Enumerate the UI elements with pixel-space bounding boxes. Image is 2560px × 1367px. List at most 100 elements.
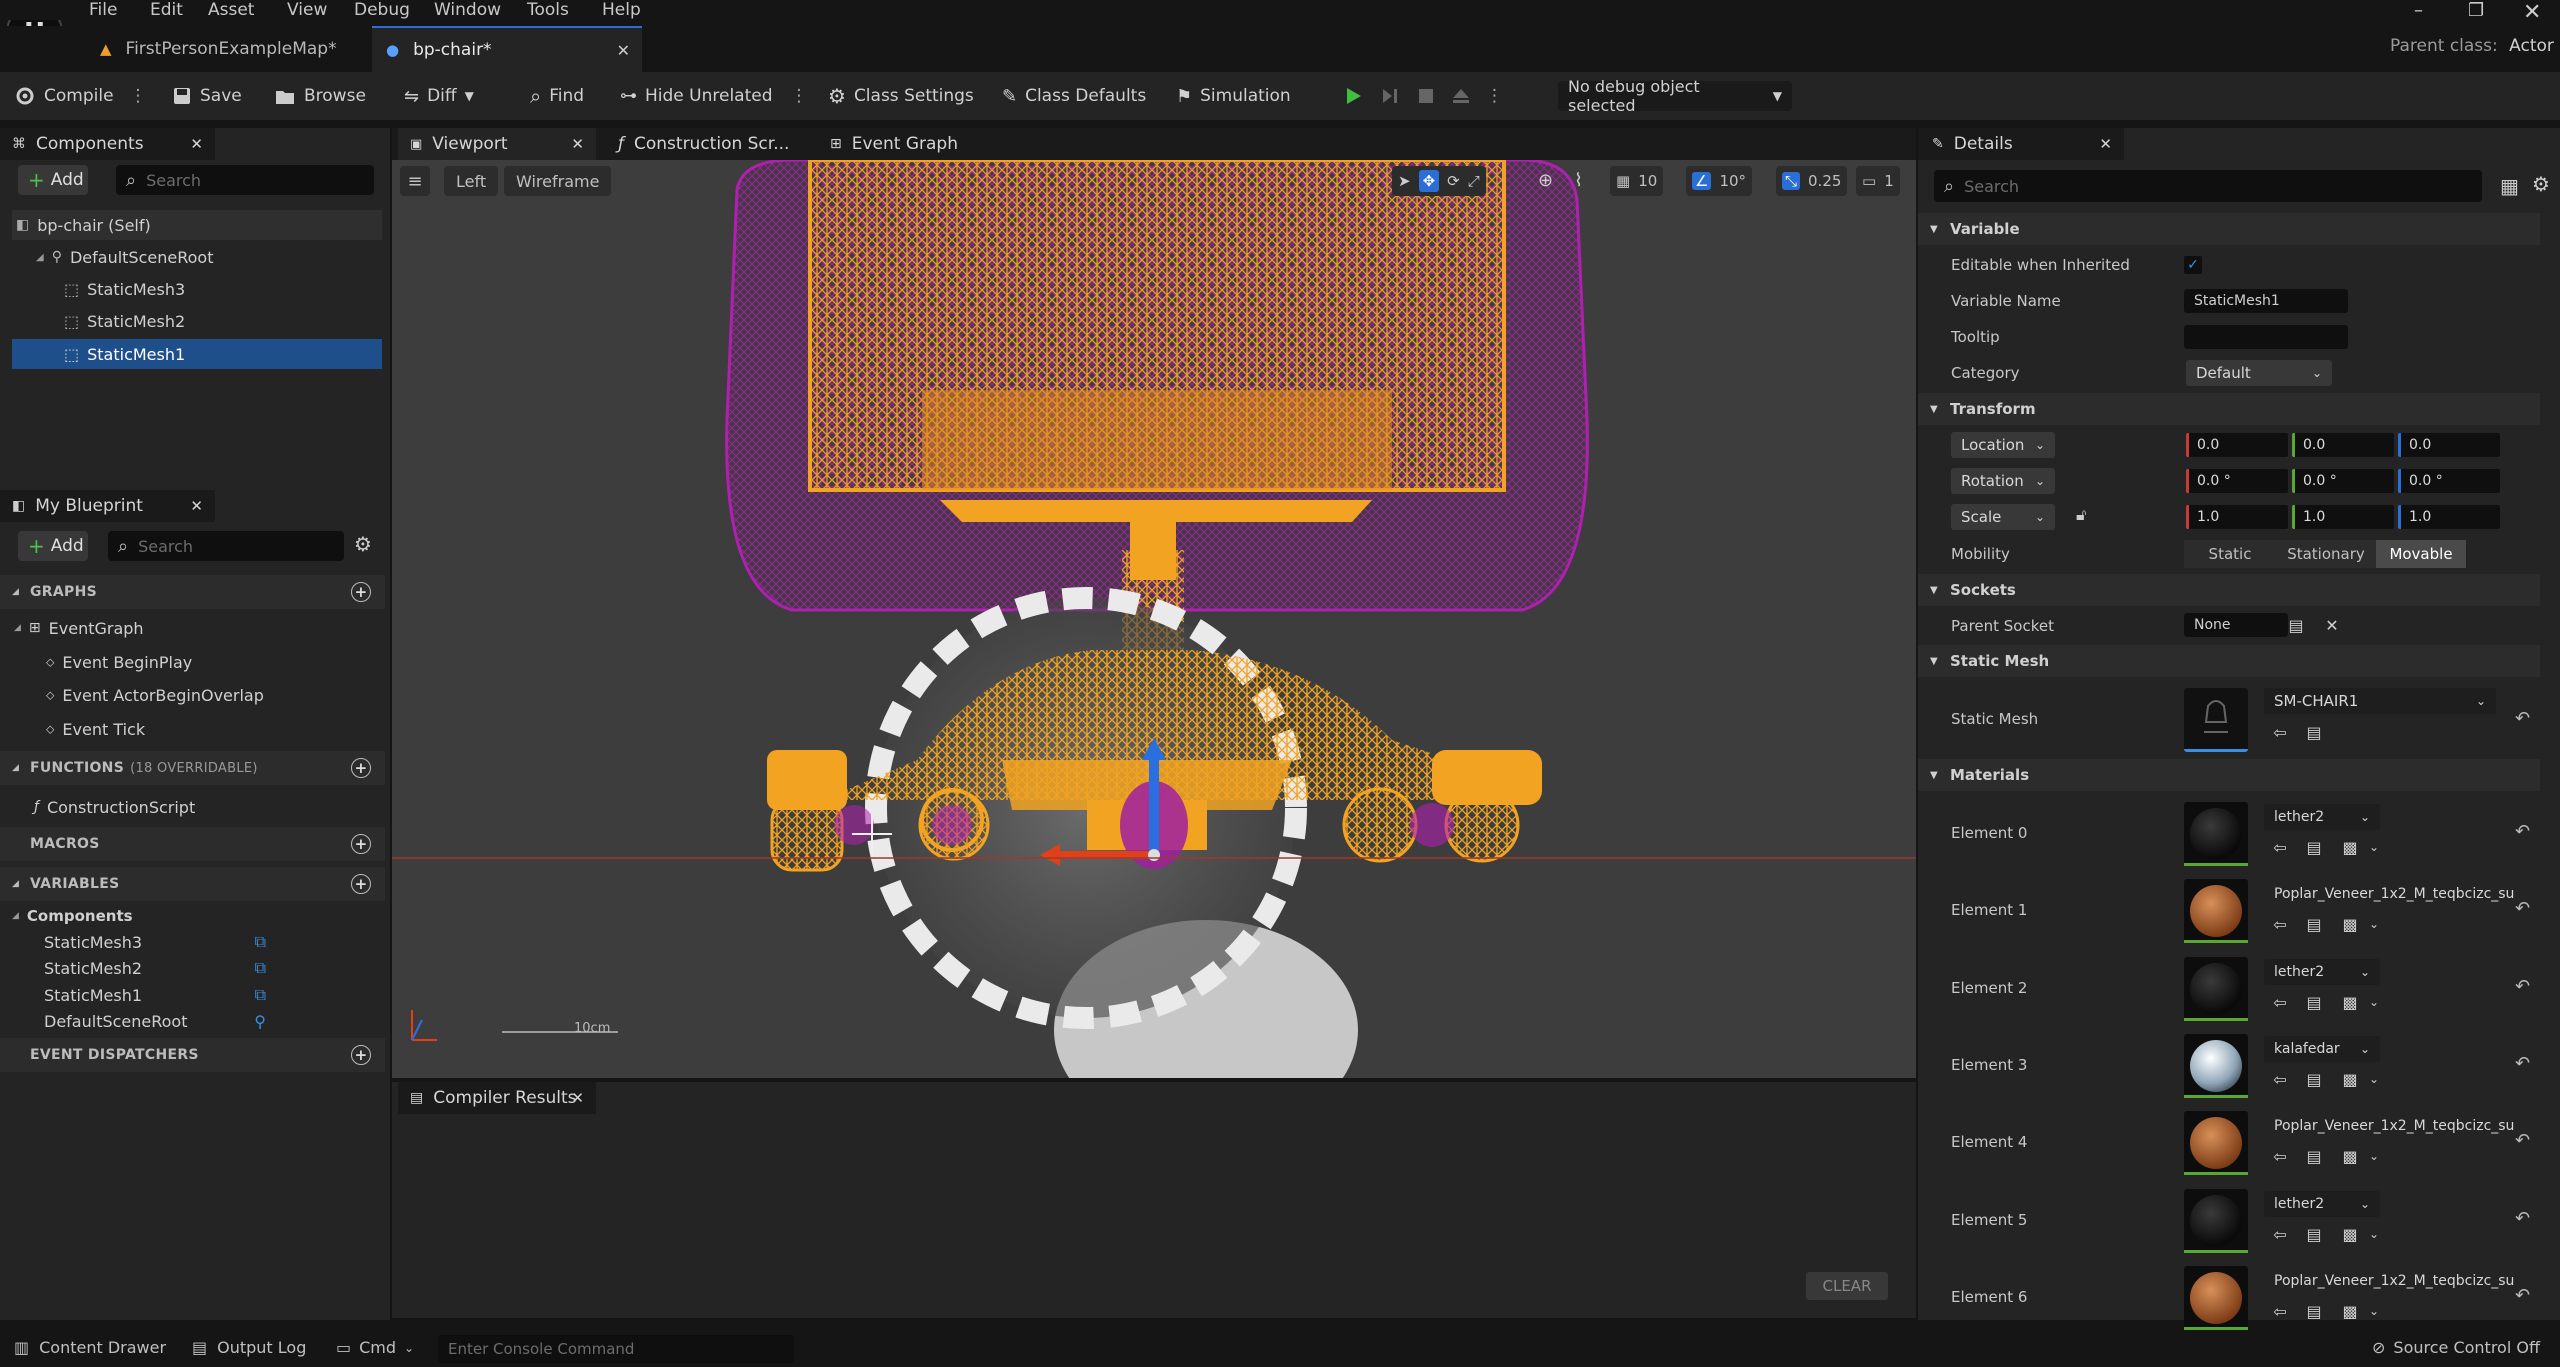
graph-eventgraph[interactable]: ◢ ⊞ EventGraph: [14, 613, 144, 643]
tab-firstpersonexamplemap[interactable]: ▲ FirstPersonExampleMap*: [86, 26, 370, 72]
rotation-snap-toggle[interactable]: ∠ 10°: [1686, 166, 1753, 196]
settings-gear-icon[interactable]: ⚙: [2532, 172, 2550, 196]
tab-viewport[interactable]: ▣ Viewport ✕: [398, 128, 596, 160]
section-materials[interactable]: ▼ Materials: [1918, 759, 2540, 791]
material-options-icon[interactable]: ▩: [2340, 1146, 2360, 1166]
section-graphs[interactable]: ◢ GRAPHS +: [0, 575, 385, 609]
material-options-icon[interactable]: ▩: [2340, 1069, 2360, 1089]
material-select[interactable]: lether2 ⌄: [2264, 959, 2380, 985]
material-thumbnail[interactable]: [2184, 1266, 2248, 1330]
tree-item-self[interactable]: ◧ bp-chair (Self): [12, 210, 382, 240]
rotate-mode-icon[interactable]: ⟳: [1447, 172, 1460, 190]
clear-button[interactable]: CLEAR: [1806, 1272, 1888, 1300]
material-options-icon[interactable]: ▩: [2340, 1224, 2360, 1244]
grid-snap-toggle[interactable]: ▦ 10: [1610, 166, 1664, 196]
lock-icon[interactable]: 🔓︎: [2076, 505, 2086, 525]
viewport[interactable]: [392, 160, 1916, 1078]
rotation-mode-select[interactable]: Rotation ⌄: [1951, 468, 2055, 494]
event-actorbeginoverlap[interactable]: ⬦ Event ActorBeginOverlap: [46, 680, 264, 710]
browse-asset-icon[interactable]: ▤: [2304, 1224, 2324, 1244]
reset-to-default-icon[interactable]: ↶: [2515, 1130, 2530, 1151]
use-selected-icon[interactable]: ⇦: [2270, 914, 2290, 934]
browse-asset-icon[interactable]: ▤: [2304, 1301, 2324, 1321]
rotation-z-field[interactable]: 0.0 °: [2398, 469, 2500, 493]
menu-asset[interactable]: Asset: [208, 0, 254, 20]
material-options-icon[interactable]: ▩: [2340, 1301, 2360, 1321]
play-icon[interactable]: [1342, 85, 1364, 107]
use-selected-icon[interactable]: ⇦: [2270, 1301, 2290, 1321]
browse-asset-icon[interactable]: ▤: [2304, 837, 2324, 857]
hide-unrelated-options-icon[interactable]: ⋮: [791, 86, 808, 106]
browse-asset-icon[interactable]: ▤: [2304, 992, 2324, 1012]
content-drawer-button[interactable]: ▥ Content Drawer: [14, 1338, 166, 1357]
close-tab-icon[interactable]: ✕: [571, 1089, 584, 1107]
add-component-button[interactable]: + Add: [18, 165, 88, 195]
settings-gear-icon[interactable]: ⚙: [354, 532, 372, 556]
menu-window[interactable]: Window: [434, 0, 501, 20]
select-mode-icon[interactable]: ➤: [1398, 172, 1411, 190]
components-search-input[interactable]: ⌕ Search: [116, 165, 374, 195]
reset-to-default-icon[interactable]: ↶: [2515, 1053, 2530, 1074]
rotation-x-field[interactable]: 0.0 °: [2186, 469, 2288, 493]
material-thumbnail[interactable]: [2184, 1034, 2248, 1098]
diff-button[interactable]: ⇋ Diff ▼: [404, 72, 474, 120]
section-macros[interactable]: MACROS +: [0, 827, 385, 861]
property-matrix-icon[interactable]: ▦: [2500, 174, 2519, 198]
close-window-icon[interactable]: ✕: [2523, 0, 2541, 25]
location-y-field[interactable]: 0.0: [2292, 433, 2394, 457]
add-dispatcher-icon[interactable]: +: [351, 1045, 371, 1065]
rotation-y-field[interactable]: 0.0 °: [2292, 469, 2394, 493]
details-search-input[interactable]: ⌕ Search: [1934, 170, 2482, 202]
chevron-down-icon[interactable]: ⌄: [2364, 837, 2384, 857]
compile-button[interactable]: Compile ⋮: [14, 72, 147, 120]
tree-item-defaultsceneroot[interactable]: ◢ ⚲ DefaultSceneRoot: [36, 242, 213, 272]
location-mode-select[interactable]: Location ⌄: [1951, 432, 2055, 458]
reset-to-default-icon[interactable]: ↶: [2515, 1285, 2530, 1306]
static-mesh-select[interactable]: SM-CHAIR1 ⌄: [2264, 688, 2496, 714]
editable-inherited-checkbox[interactable]: ✓: [2184, 256, 2202, 274]
compile-options-icon[interactable]: ⋮: [130, 86, 147, 106]
add-graph-icon[interactable]: +: [351, 582, 371, 602]
parent-socket-field[interactable]: None: [2184, 613, 2288, 637]
camera-speed-button[interactable]: ▭ 1: [1856, 166, 1900, 196]
simulation-button[interactable]: ⚑ Simulation: [1176, 72, 1291, 120]
tab-event-graph[interactable]: ⊞ Event Graph: [820, 128, 980, 160]
menu-debug[interactable]: Debug: [354, 0, 410, 20]
section-variables[interactable]: ◢ VARIABLES +: [0, 867, 385, 901]
reset-to-default-icon[interactable]: ↶: [2515, 976, 2530, 997]
material-thumbnail[interactable]: [2184, 879, 2248, 943]
chevron-down-icon[interactable]: ⌄: [2364, 1069, 2384, 1089]
material-select[interactable]: Poplar_Veneer_1x2_M_teqbcizc_su: [2264, 881, 2514, 907]
mobility-stationary-option[interactable]: Stationary: [2276, 540, 2376, 568]
surface-snap-icon[interactable]: ⌇: [1574, 170, 1583, 191]
use-selected-icon[interactable]: ⇦: [2270, 837, 2290, 857]
class-defaults-button[interactable]: ✎ Class Defaults: [1002, 72, 1146, 120]
section-static-mesh[interactable]: ▼ Static Mesh: [1918, 645, 2540, 677]
close-tab-icon[interactable]: ✕: [571, 135, 584, 153]
chevron-down-icon[interactable]: ⌄: [2364, 1301, 2384, 1321]
add-variable-icon[interactable]: +: [351, 874, 371, 894]
browse-asset-icon[interactable]: ▤: [2304, 722, 2324, 742]
material-select[interactable]: lether2 ⌄: [2264, 1191, 2380, 1217]
material-select[interactable]: lether2 ⌄: [2264, 804, 2380, 830]
console-command-input[interactable]: Enter Console Command: [438, 1335, 794, 1363]
add-function-icon[interactable]: +: [351, 758, 371, 778]
chevron-down-icon[interactable]: ⌄: [2364, 914, 2384, 934]
use-selected-icon[interactable]: ⇦: [2270, 722, 2290, 742]
play-options-icon[interactable]: ⋮: [1486, 86, 1503, 106]
view-mode-button[interactable]: Left: [444, 166, 499, 196]
details-tab[interactable]: ✎ Details ✕: [1918, 128, 2124, 160]
menu-tools[interactable]: Tools: [527, 0, 569, 20]
scale-y-field[interactable]: 1.0: [2292, 505, 2394, 529]
blueprint-search-input[interactable]: ⌕ Search: [108, 531, 344, 561]
use-selected-icon[interactable]: ⇦: [2270, 992, 2290, 1012]
variable-name-field[interactable]: StaticMesh1: [2184, 289, 2348, 313]
chevron-down-icon[interactable]: ⌄: [2364, 1224, 2384, 1244]
menu-file[interactable]: File: [89, 0, 117, 20]
event-beginplay[interactable]: ⬦ Event BeginPlay: [46, 647, 192, 677]
variable-defaultsceneroot[interactable]: DefaultSceneRoot ⚲: [44, 1006, 266, 1036]
function-constructionscript[interactable]: ƒ ConstructionScript: [34, 792, 195, 822]
restore-icon[interactable]: ❐: [2468, 0, 2484, 21]
use-selected-icon[interactable]: ⇦: [2270, 1069, 2290, 1089]
debug-object-select[interactable]: No debug object selected ▼: [1558, 77, 1792, 115]
